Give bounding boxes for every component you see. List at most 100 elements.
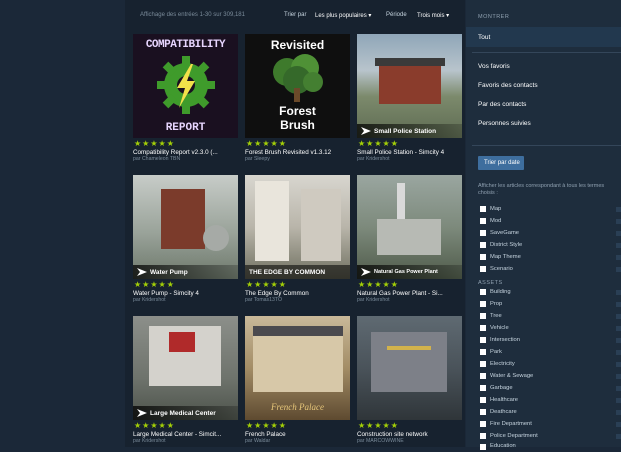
item-author[interactable]: par Kridershot [133, 297, 166, 303]
nav-item-by-friends[interactable]: Par des contacts [478, 101, 526, 108]
item-thumbnail[interactable]: French Palace [245, 316, 350, 420]
tag-label: Tree [490, 313, 502, 319]
sort-by-date-button[interactable]: Trier par date [478, 156, 524, 170]
badge-text: Small Police Station [374, 128, 437, 135]
tag-checkbox-intersection[interactable] [480, 337, 486, 343]
item-title[interactable]: Water Pump - Simcity 4 [133, 290, 241, 297]
item-title[interactable]: The Edge By Common [245, 290, 353, 297]
item-author[interactable]: par Tomas13TO [245, 297, 282, 303]
item-author[interactable]: par Kridershot [133, 438, 166, 444]
item-title[interactable]: Small Police Station - Simcity 4 [357, 149, 465, 156]
tag-checkbox-healthcare[interactable] [480, 397, 486, 403]
sort-dropdown[interactable]: Les plus populaires ▾ [315, 12, 371, 19]
tag-checkbox-electricity[interactable] [480, 361, 486, 367]
building-roof [375, 58, 445, 66]
item-title[interactable]: Forest Brush Revisited v1.3.12 [245, 149, 353, 156]
item-title[interactable]: Compatibility Report v2.3.0 (... [133, 149, 241, 156]
item-author[interactable]: par Waldar [245, 438, 270, 444]
item-title[interactable]: French Palace [245, 431, 353, 438]
sort-button-label: Trier par date [484, 160, 520, 166]
workshop-item[interactable]: COMPATIBILITY REPORT ★★★★★ Compatibility… [133, 34, 238, 170]
item-author[interactable]: par Kridershot [357, 297, 390, 303]
nav-item-favorites[interactable]: Vos favoris [478, 63, 510, 70]
rating-stars: ★★★★★ [358, 139, 399, 148]
item-thumbnail[interactable]: Large Medical Center [133, 316, 238, 420]
tag-label: SaveGame [490, 230, 519, 236]
site-shape [371, 332, 447, 392]
rating-stars: ★★★★★ [358, 280, 399, 289]
badge-text: Large Medical Center [150, 410, 216, 417]
item-thumbnail[interactable]: Revisited Forest Brush [245, 34, 350, 138]
divider [472, 52, 621, 53]
filter-sidebar: MONTRER Tout Vos favoris Favoris des con… [466, 0, 621, 450]
tag-checkbox-vehicle[interactable] [480, 325, 486, 331]
tag-checkbox-police-department[interactable] [480, 433, 486, 439]
tag-checkbox-savegame[interactable] [480, 230, 486, 236]
workshop-item[interactable]: ★★★★★ Construction site network par MARC… [357, 316, 462, 452]
rating-stars: ★★★★★ [358, 421, 399, 430]
tag-checkbox-prop[interactable] [480, 301, 486, 307]
tag-checkbox-water-sewage[interactable] [480, 373, 486, 379]
chirper-icon [137, 268, 147, 276]
workshop-item[interactable]: French Palace ★★★★★ French Palace par Wa… [245, 316, 350, 452]
assets-header: ASSETS [478, 280, 503, 286]
period-dropdown[interactable]: Trois mois ▾ [417, 12, 449, 19]
tag-label: Building [490, 289, 511, 295]
tag-checkbox-scenario[interactable] [480, 266, 486, 272]
workshop-item[interactable]: Water Pump ★★★★★ Water Pump - Simcity 4 … [133, 175, 238, 311]
item-thumbnail[interactable]: Natural Gas Power Plant [357, 175, 462, 279]
tag-marker [616, 255, 621, 260]
workshop-item[interactable]: Small Police Station ★★★★★ Small Police … [357, 34, 462, 170]
nav-item-friends-favorites[interactable]: Favoris des contacts [478, 82, 538, 89]
filter-hint: Afficher les articles correspondant à to… [478, 183, 605, 196]
tag-marker [616, 410, 621, 415]
workshop-item[interactable]: Revisited Forest Brush ★★★★★ Forest Brus… [245, 34, 350, 170]
tag-checkbox-building[interactable] [480, 289, 486, 295]
tag-marker [616, 290, 621, 295]
brush-text: Brush [280, 118, 315, 132]
tag-checkbox-mod[interactable] [480, 218, 486, 224]
tower-shape [255, 181, 289, 261]
nav-item-all[interactable]: Tout [466, 27, 621, 47]
tag-marker [616, 398, 621, 403]
tag-checkbox-deathcare[interactable] [480, 409, 486, 415]
item-title[interactable]: Large Medical Center - Simcit... [133, 431, 241, 438]
item-author[interactable]: par MARCOWWINE [357, 438, 404, 444]
item-thumbnail[interactable]: Small Police Station [357, 34, 462, 138]
palace-name-text: French Palace [271, 402, 324, 412]
tag-checkbox-tree[interactable] [480, 313, 486, 319]
tag-marker [616, 231, 621, 236]
item-thumbnail[interactable] [357, 316, 462, 420]
tag-checkbox-fire-department[interactable] [480, 421, 486, 427]
item-badge: Large Medical Center [133, 406, 238, 420]
tag-checkbox-map[interactable] [480, 206, 486, 212]
tag-checkbox-park[interactable] [480, 349, 486, 355]
item-thumbnail[interactable]: COMPATIBILITY REPORT [133, 34, 238, 138]
tag-checkbox-garbage[interactable] [480, 385, 486, 391]
item-author[interactable]: par Kridershot [357, 156, 390, 162]
workshop-item[interactable]: THE EDGE BY COMMON ★★★★★ The Edge By Com… [245, 175, 350, 311]
item-thumbnail[interactable]: Water Pump [133, 175, 238, 279]
item-title[interactable]: Natural Gas Power Plant - Si... [357, 290, 465, 297]
workshop-item[interactable]: Natural Gas Power Plant ★★★★★ Natural Ga… [357, 175, 462, 311]
tag-checkbox-education[interactable] [480, 444, 486, 450]
nav-item-followed[interactable]: Personnes suivies [478, 120, 531, 127]
tag-label: Healthcare [490, 397, 519, 403]
tag-label: Water & Sewage [490, 373, 534, 379]
tag-marker [616, 422, 621, 427]
item-author[interactable]: par Sleepy [245, 156, 270, 162]
item-title[interactable]: Construction site network [357, 431, 465, 438]
tag-marker [616, 207, 621, 212]
show-header: MONTRER [478, 14, 510, 20]
tag-checkbox-map-theme[interactable] [480, 254, 486, 260]
tag-marker [616, 243, 621, 248]
workshop-item[interactable]: Large Medical Center ★★★★★ Large Medical… [133, 316, 238, 452]
chirper-icon [361, 127, 371, 135]
item-author[interactable]: par Chameleon TBN [133, 156, 180, 162]
tag-label: Electricity [490, 361, 515, 367]
building-shape [161, 189, 205, 249]
item-badge: THE EDGE BY COMMON [245, 265, 350, 279]
tag-marker [616, 314, 621, 319]
tag-checkbox-district-style[interactable] [480, 242, 486, 248]
item-thumbnail[interactable]: THE EDGE BY COMMON [245, 175, 350, 279]
